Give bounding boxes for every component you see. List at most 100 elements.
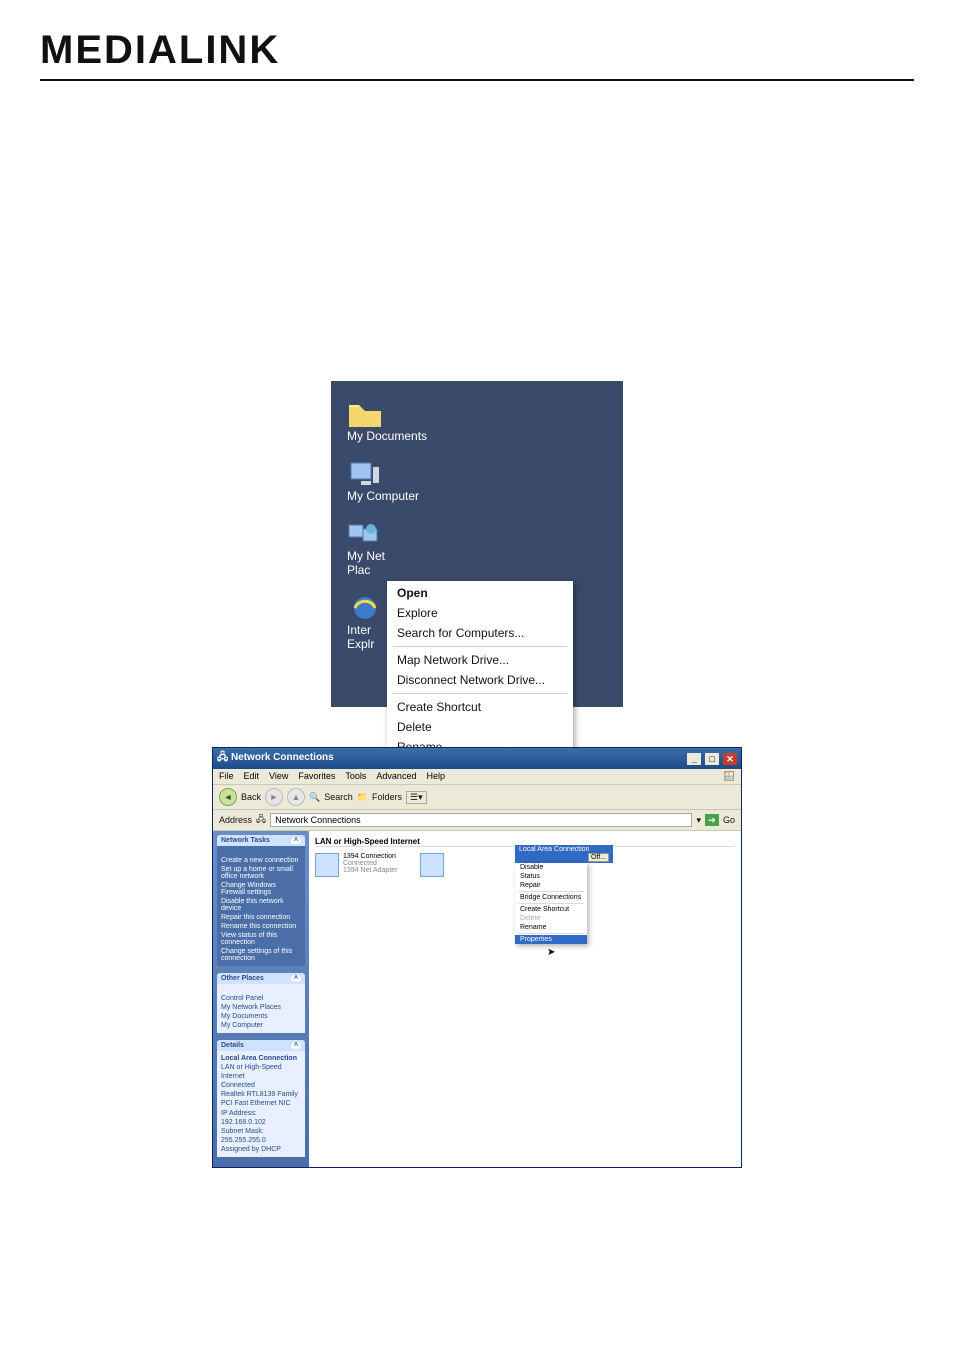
go-button[interactable]: ➔	[705, 814, 719, 826]
place-link[interactable]: My Network Places	[221, 1003, 301, 1012]
cm-divider	[518, 891, 584, 892]
window-titlebar[interactable]: 🖧 Network Connections _ □ ✕	[213, 748, 741, 769]
ctx-disconnectdrive[interactable]: Disconnect Network Drive...	[389, 670, 571, 690]
menu-help[interactable]: Help	[426, 771, 445, 782]
cm-properties[interactable]: Properties	[515, 935, 587, 944]
back-label: Back	[241, 792, 261, 802]
place-link[interactable]: My Computer	[221, 1021, 301, 1030]
connection-context-menu: Disable Status Repair Bridge Connections…	[515, 863, 587, 944]
folders-label: Folders	[372, 792, 402, 802]
forward-button[interactable]: ►	[265, 788, 283, 806]
views-button[interactable]: ☰▾	[406, 791, 427, 804]
go-label: Go	[723, 815, 735, 825]
connection-1394[interactable]: 1394 Connection Connected 1394 Net Adapt…	[315, 853, 398, 877]
menu-fav[interactable]: Favorites	[298, 771, 335, 782]
address-input[interactable]	[270, 813, 692, 827]
task-link[interactable]: Create a new connection	[221, 856, 301, 865]
connections-pane: LAN or High-Speed Internet 1394 Connecti…	[309, 831, 741, 1167]
search-icon[interactable]: 🔍	[309, 792, 320, 803]
lac-off-button[interactable]: Off...	[588, 853, 609, 862]
folder-icon	[347, 399, 383, 429]
details-type: LAN or High-Speed Internet	[221, 1063, 301, 1081]
screenshot-desktop-contextmenu: My Documents My Computer My Net Plac Int…	[40, 381, 914, 707]
task-link[interactable]: Change settings of this connection	[221, 947, 301, 963]
task-link[interactable]: Disable this network device	[221, 897, 301, 913]
cm-disable[interactable]: Disable	[515, 863, 587, 872]
details-ip: IP Address: 192.168.0.102	[221, 1109, 301, 1127]
menu-adv[interactable]: Advanced	[376, 771, 416, 782]
screenshot-network-connections: 🖧 Network Connections _ □ ✕ File Edit Vi…	[40, 747, 914, 1168]
desktop-icon-label: My Documents	[347, 429, 427, 443]
address-dropdown[interactable]: ▾	[696, 815, 701, 826]
ctx-divider	[393, 646, 567, 647]
place-link[interactable]: My Documents	[221, 1012, 301, 1021]
ctx-searchcomputers[interactable]: Search for Computers...	[389, 623, 571, 643]
details-mask: Subnet Mask: 255.255.255.0	[221, 1127, 301, 1145]
brand-logo: MEDIALINK	[40, 0, 914, 79]
desktop-icon-documents[interactable]: My Documents	[347, 399, 607, 443]
search-label: Search	[324, 792, 353, 802]
desktop-icon-mycomputer[interactable]: My Computer	[347, 459, 607, 503]
sidebar-details: Details ˄ Local Area Connection LAN or H…	[217, 1040, 305, 1157]
task-link[interactable]: Rename this connection	[221, 922, 301, 931]
details-state: Connected	[221, 1081, 301, 1090]
sidebar-head-label: Other Places	[221, 975, 264, 982]
place-link[interactable]: Control Panel	[221, 994, 301, 1003]
desktop-icon-label: Inter Explr	[347, 623, 374, 651]
task-link[interactable]: Repair this connection	[221, 913, 301, 922]
minimize-button[interactable]: _	[687, 753, 701, 765]
task-link[interactable]: Set up a home or small office network	[221, 865, 301, 881]
desktop-icon-networkplaces[interactable]: My Net Plac	[347, 519, 607, 577]
globe-icon	[347, 519, 383, 549]
ie-icon	[347, 593, 383, 623]
details-dhcp: Assigned by DHCP	[221, 1145, 301, 1154]
task-link[interactable]: View status of this connection	[221, 931, 301, 947]
chevron-up-icon[interactable]: ˄	[291, 975, 301, 982]
cm-divider	[518, 903, 584, 904]
ctx-mapdrive[interactable]: Map Network Drive...	[389, 650, 571, 670]
nic-icon	[315, 853, 339, 877]
cm-repair[interactable]: Repair	[515, 881, 587, 890]
explorer-sidebar: Network Tasks ˄ Create a new connection …	[213, 831, 309, 1167]
toolbar: ◄ Back ► ▲ 🔍 Search 📁 Folders ☰▾	[213, 784, 741, 810]
ctx-explore[interactable]: Explore	[389, 603, 571, 623]
up-button[interactable]: ▲	[287, 788, 305, 806]
desktop-icon-label: My Computer	[347, 489, 419, 503]
ctx-divider	[393, 693, 567, 694]
ctx-createshortcut[interactable]: Create Shortcut	[389, 697, 571, 717]
local-area-header: Local Area Connection Off...	[515, 845, 613, 863]
menu-file[interactable]: File	[219, 771, 234, 782]
chevron-up-icon[interactable]: ˄	[291, 1042, 301, 1049]
cm-rename[interactable]: Rename	[515, 923, 587, 932]
sidebar-other-places: Other Places ˄ Control Panel My Network …	[217, 973, 305, 1033]
menu-tools[interactable]: Tools	[345, 771, 366, 782]
details-title: Local Area Connection	[221, 1054, 301, 1063]
connection-local-area[interactable]	[420, 853, 444, 877]
ctx-open[interactable]: Open	[389, 583, 571, 603]
task-link[interactable]: Change Windows Firewall settings	[221, 881, 301, 897]
cm-shortcut[interactable]: Create Shortcut	[515, 905, 587, 914]
address-label: Address	[219, 815, 252, 825]
back-button[interactable]: ◄	[219, 788, 237, 806]
ctx-delete[interactable]: Delete	[389, 717, 571, 737]
cursor-icon: ➤	[547, 947, 555, 958]
details-adapter: Realtek RTL8139 Family PCI Fast Ethernet…	[221, 1090, 301, 1108]
computer-icon	[347, 459, 383, 489]
window-title: Network Connections	[231, 752, 334, 763]
menu-edit[interactable]: Edit	[244, 771, 260, 782]
conn-adapter: 1394 Net Adapter	[343, 867, 398, 874]
connections-icon: 🖧	[256, 812, 266, 828]
conn-state: Connected	[343, 860, 398, 867]
maximize-button[interactable]: □	[705, 753, 719, 765]
cm-status[interactable]: Status	[515, 872, 587, 881]
lac-title: Local Area Connection	[519, 846, 589, 853]
sidebar-head-label: Details	[221, 1042, 244, 1049]
folders-icon[interactable]: 📁	[357, 792, 368, 803]
cm-bridge[interactable]: Bridge Connections	[515, 893, 587, 902]
sidebar-head-label: Network Tasks	[221, 837, 270, 844]
close-button[interactable]: ✕	[723, 753, 737, 765]
cm-divider	[518, 933, 584, 934]
header-rule	[40, 79, 914, 81]
chevron-up-icon[interactable]: ˄	[291, 837, 301, 844]
menu-view[interactable]: View	[269, 771, 288, 782]
